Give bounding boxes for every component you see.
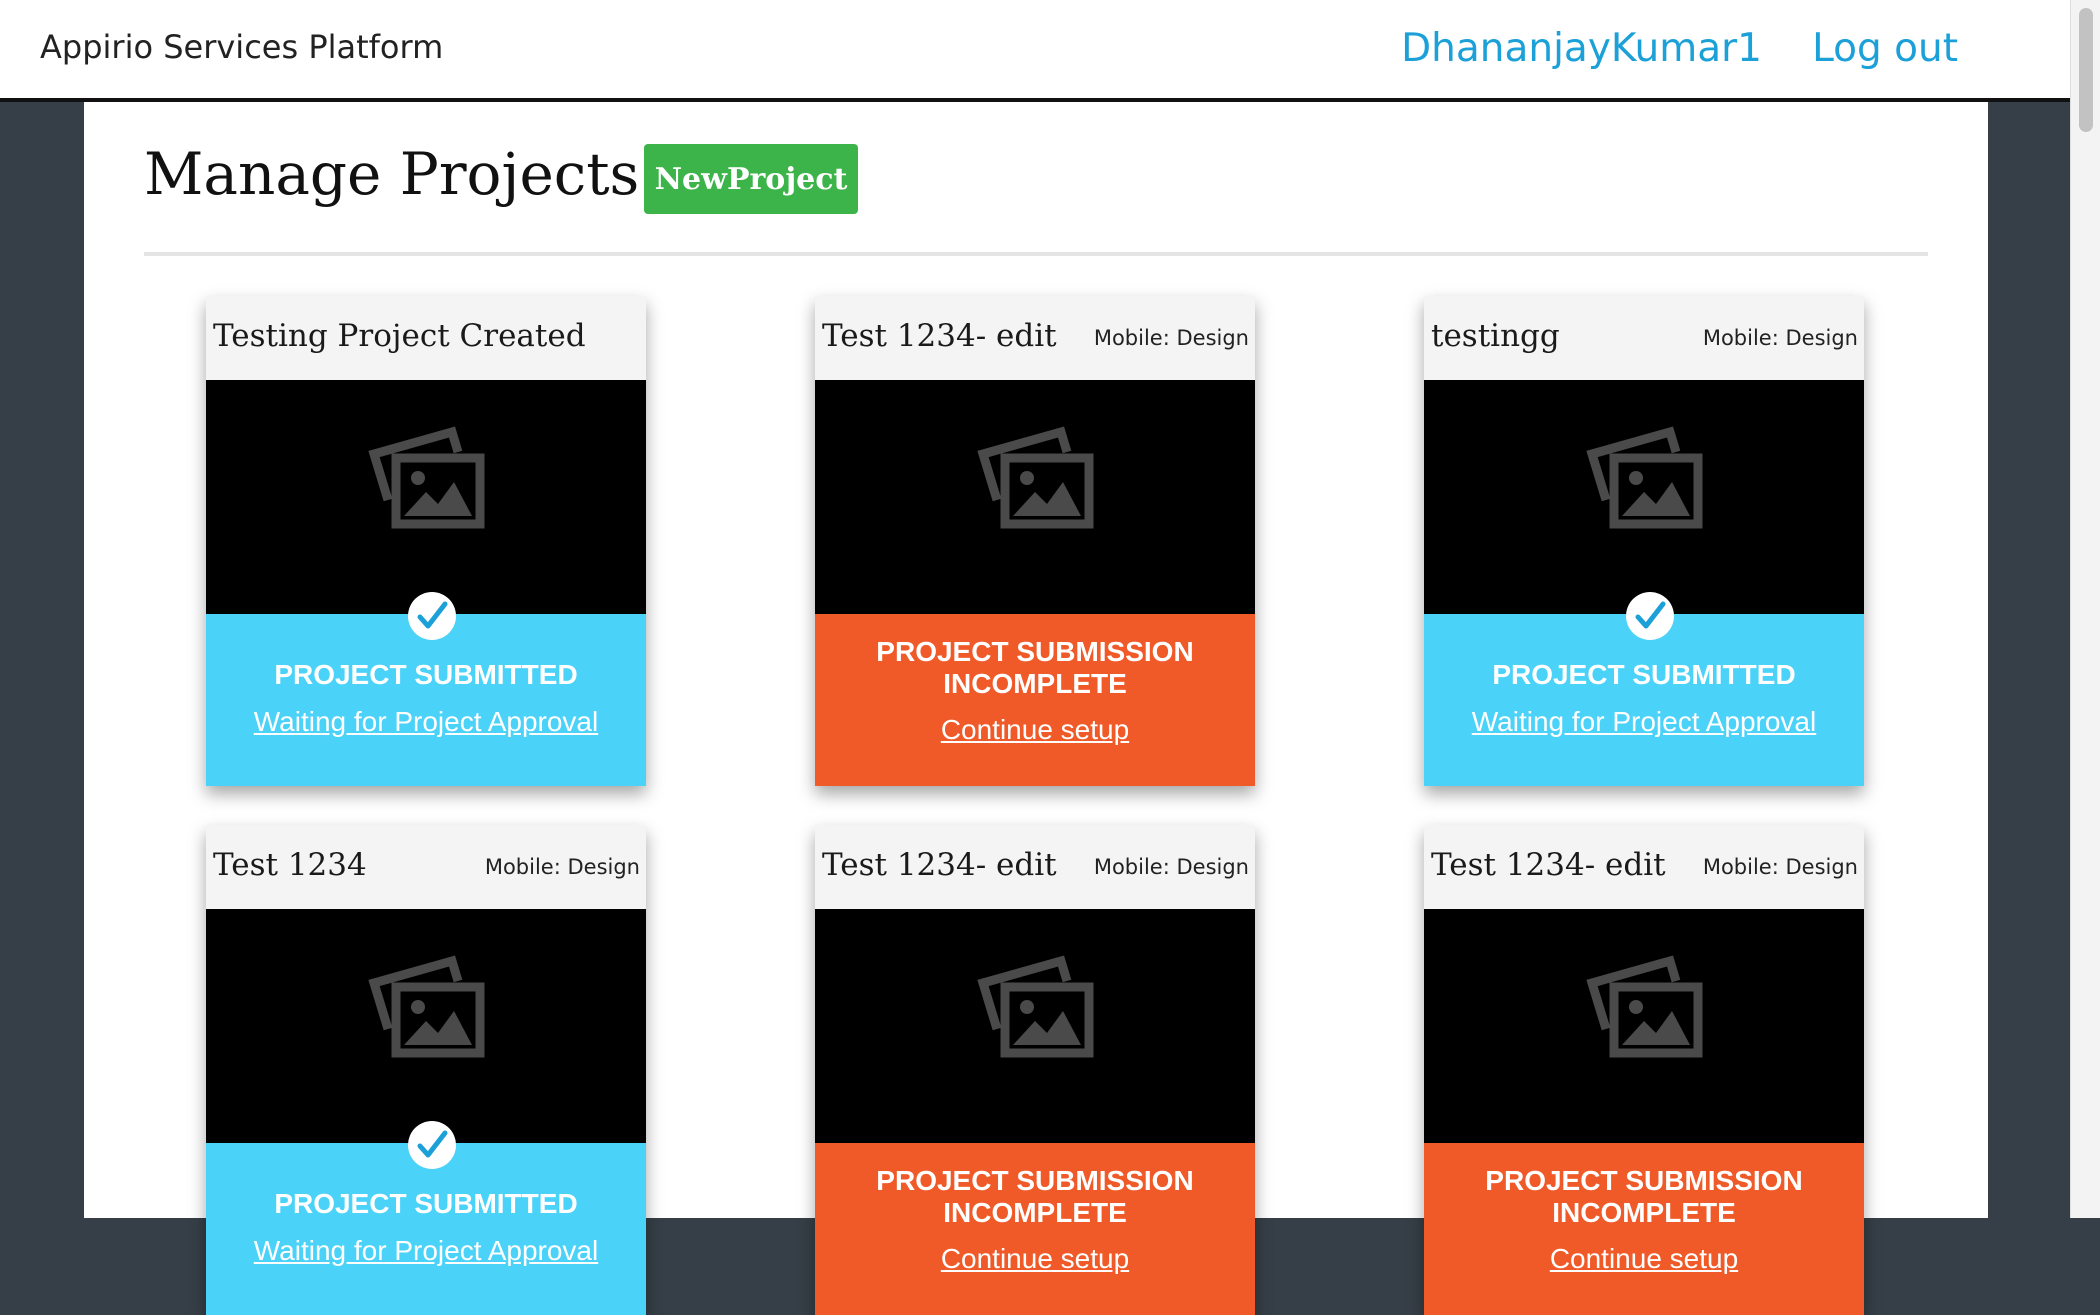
card-header: Test 1234- edit Mobile: Design [1424, 825, 1864, 909]
status-submitted-panel: PROJECT SUBMITTED Waiting for Project App… [1424, 592, 1864, 786]
page-scrollbar[interactable] [2070, 0, 2100, 1218]
status-submitted-panel: PROJECT SUBMITTED Waiting for Project App… [206, 1121, 646, 1315]
project-name[interactable]: Test 1234 [213, 847, 367, 883]
project-thumbnail[interactable] [815, 380, 1255, 614]
project-thumbnail[interactable] [1424, 909, 1864, 1143]
main-content: Manage Projects NewProject Testing Proje… [84, 102, 1988, 1315]
card-header: testingg Mobile: Design [1424, 296, 1864, 380]
top-navbar: Appirio Services Platform DhananjayKumar… [0, 0, 2070, 102]
card-header: Test 1234- edit Mobile: Design [815, 825, 1255, 909]
check-circle-icon [408, 1121, 456, 1169]
image-placeholder-icon [975, 424, 1095, 530]
username-link[interactable]: DhananjayKumar1 [1401, 26, 1762, 71]
brand-name: Appirio Services Platform [40, 28, 444, 66]
project-type: Mobile: Design [1702, 855, 1858, 879]
project-thumbnail[interactable] [815, 909, 1255, 1143]
status-title: PROJECT SUBMITTED [1492, 659, 1796, 690]
status-title: PROJECT SUBMISSION INCOMPLETE [1485, 1165, 1803, 1228]
project-thumbnail[interactable] [206, 380, 646, 614]
page-title: Manage Projects [144, 140, 640, 208]
project-name[interactable]: Test 1234- edit [822, 318, 1057, 354]
status-title: PROJECT SUBMITTED [274, 659, 578, 690]
new-project-button[interactable]: NewProject [644, 144, 858, 214]
project-type: Mobile: Design [1702, 326, 1858, 350]
project-card[interactable]: Testing Project Created PROJECT SUBMITTED… [206, 296, 646, 786]
image-placeholder-icon [1584, 953, 1704, 1059]
scrollbar-thumb[interactable] [2079, 8, 2093, 132]
project-name[interactable]: Testing Project Created [213, 318, 586, 354]
project-name[interactable]: Test 1234- edit [822, 847, 1057, 883]
continue-setup-link[interactable]: Continue setup [1424, 1243, 1864, 1275]
project-type: Mobile: Design [484, 855, 640, 879]
check-circle-icon [1626, 592, 1674, 640]
continue-setup-link[interactable]: Continue setup [815, 714, 1255, 746]
card-header: Test 1234 Mobile: Design [206, 825, 646, 909]
project-card[interactable]: Test 1234 Mobile: Design PROJECT SUBMITTED… [206, 825, 646, 1315]
image-placeholder-icon [975, 953, 1095, 1059]
waiting-approval-link[interactable]: Waiting for Project Approval [206, 706, 646, 738]
project-type: Mobile: Design [1093, 855, 1249, 879]
project-card[interactable]: Test 1234- edit Mobile: Design PROJECT SUB… [1424, 825, 1864, 1315]
project-type: Mobile: Design [1093, 326, 1249, 350]
card-header: Test 1234- edit Mobile: Design [815, 296, 1255, 380]
project-card[interactable]: Test 1234- edit Mobile: Design PROJECT SUB… [815, 296, 1255, 786]
status-incomplete-panel: PROJECT SUBMISSION INCOMPLETE Continue se… [815, 1143, 1255, 1315]
project-card[interactable]: Test 1234- edit Mobile: Design PROJECT SUB… [815, 825, 1255, 1315]
waiting-approval-link[interactable]: Waiting for Project Approval [1424, 706, 1864, 738]
project-thumbnail[interactable] [206, 909, 646, 1143]
image-placeholder-icon [366, 424, 486, 530]
project-card[interactable]: testingg Mobile: Design PROJECT SUBMITTED W… [1424, 296, 1864, 786]
check-circle-icon [408, 592, 456, 640]
continue-setup-link[interactable]: Continue setup [815, 1243, 1255, 1275]
image-placeholder-icon [1584, 424, 1704, 530]
status-title: PROJECT SUBMITTED [274, 1188, 578, 1219]
image-placeholder-icon [366, 953, 486, 1059]
card-header: Testing Project Created [206, 296, 646, 380]
project-thumbnail[interactable] [1424, 380, 1864, 614]
status-incomplete-panel: PROJECT SUBMISSION INCOMPLETE Continue se… [815, 614, 1255, 786]
status-title: PROJECT SUBMISSION INCOMPLETE [876, 636, 1194, 699]
header-divider [144, 252, 1928, 256]
status-submitted-panel: PROJECT SUBMITTED Waiting for Project App… [206, 592, 646, 786]
status-incomplete-panel: PROJECT SUBMISSION INCOMPLETE Continue se… [1424, 1143, 1864, 1315]
project-name[interactable]: testingg [1431, 318, 1560, 354]
project-name[interactable]: Test 1234- edit [1431, 847, 1666, 883]
logout-link[interactable]: Log out [1812, 26, 1958, 71]
waiting-approval-link[interactable]: Waiting for Project Approval [206, 1235, 646, 1267]
status-title: PROJECT SUBMISSION INCOMPLETE [876, 1165, 1194, 1228]
